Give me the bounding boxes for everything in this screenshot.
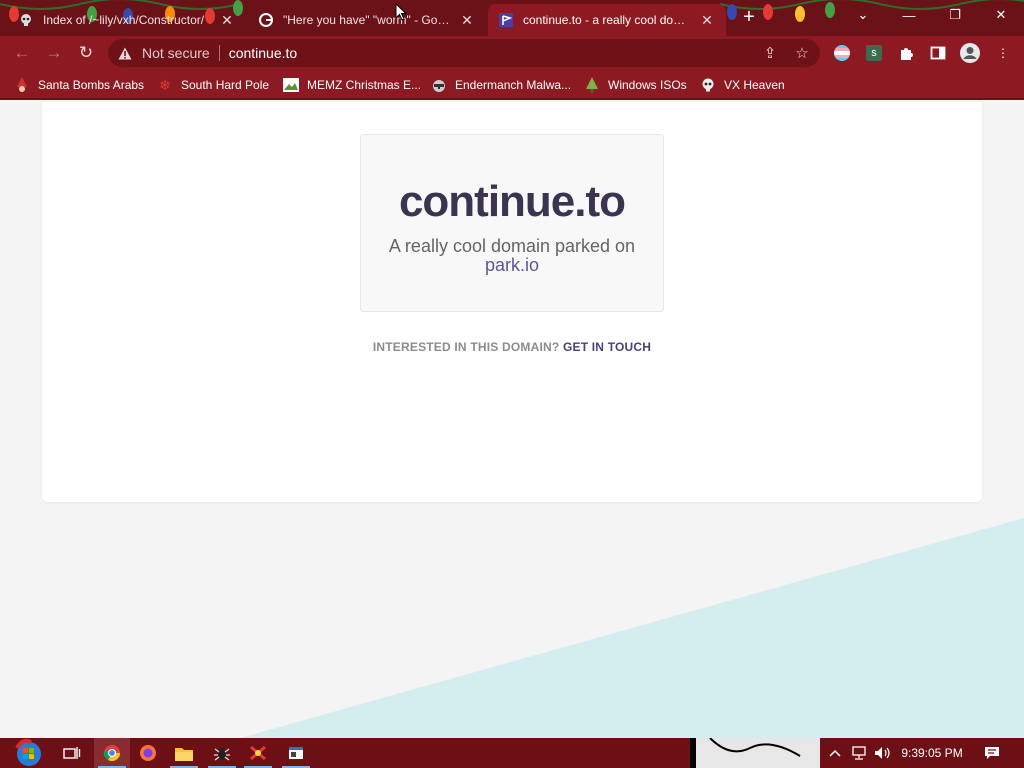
close-tab-icon[interactable]: ✕ xyxy=(698,12,716,29)
raccoon-icon xyxy=(431,77,447,93)
taskbar-firefox-icon[interactable] xyxy=(130,738,166,768)
side-panel-icon[interactable] xyxy=(929,44,947,62)
bookmark-windows-isos[interactable]: Windows ISOs xyxy=(584,75,687,95)
bookmark-label: Endermanch Malwa... xyxy=(455,78,572,92)
interest-text: INTERESTED IN THIS DOMAIN? xyxy=(372,340,560,354)
new-tab-plus-icon[interactable]: + xyxy=(738,6,760,28)
bookmark-santa-bombs-arabs[interactable]: Santa Bombs Arabs xyxy=(14,75,144,95)
santa-icon xyxy=(14,77,30,93)
parked-tagline: A really cool domain parked on xyxy=(388,236,636,256)
forward-arrow-icon[interactable]: → xyxy=(42,41,66,65)
tab-search-chevron-icon[interactable]: ⌄ xyxy=(840,0,886,30)
web-page: continue.to A really cool domain parked … xyxy=(0,102,1024,738)
snowflake-icon: ❄ xyxy=(159,76,171,93)
windows-taskbar: 9:39:05 PM xyxy=(0,737,1024,768)
omnibox-divider xyxy=(218,45,220,61)
s-extension-icon[interactable]: s xyxy=(865,44,883,62)
interest-line: INTERESTED IN THIS DOMAIN? GET IN TOUCH xyxy=(42,340,982,354)
bookmark-south-hard-pole[interactable]: ❄ South Hard Pole xyxy=(157,75,269,95)
back-arrow-icon[interactable]: ← xyxy=(10,41,34,65)
bookmark-star-icon[interactable]: ☆ xyxy=(794,45,810,62)
browser-menu-icon[interactable]: ⋮ xyxy=(994,44,1012,62)
warning-triangle-icon[interactable] xyxy=(118,47,134,60)
bookmark-memz-christmas[interactable]: MEMZ Christmas E... xyxy=(283,75,421,95)
share-icon[interactable]: ⇪ xyxy=(762,45,778,62)
wallpaper-doodle xyxy=(689,737,820,768)
park-flag-icon xyxy=(498,12,514,28)
security-status-label[interactable]: Not secure xyxy=(142,45,210,61)
close-window-icon[interactable]: ✕ xyxy=(978,0,1024,30)
profile-avatar-icon[interactable] xyxy=(959,42,981,64)
s-extension-label: s xyxy=(866,45,882,61)
mouse-cursor-icon xyxy=(395,3,407,21)
url-text[interactable]: continue.to xyxy=(229,45,298,61)
puzzle-extensions-icon[interactable] xyxy=(897,44,915,62)
skull-icon xyxy=(18,12,34,28)
bookmark-label: MEMZ Christmas E... xyxy=(307,78,422,92)
browser-titlebar: Index of /~lily/vxh/Constructor/ ✕ "Here… xyxy=(0,0,1024,36)
bookmark-label: Windows ISOs xyxy=(608,78,687,92)
close-tab-icon[interactable]: ✕ xyxy=(458,12,476,29)
taskbar-file-explorer-icon[interactable] xyxy=(166,738,202,768)
bookmark-endermanch-malware[interactable]: Endermanch Malwa... xyxy=(431,75,571,95)
bookmark-vx-heaven[interactable]: VX Heaven xyxy=(700,75,785,95)
taskbar-clock[interactable]: 9:39:05 PM xyxy=(896,738,968,768)
taskbar-bug-app-icon[interactable] xyxy=(204,738,240,768)
bookmark-label: Santa Bombs Arabs xyxy=(38,78,145,92)
network-icon[interactable] xyxy=(848,738,870,768)
tab-title: Index of /~lily/vxh/Constructor/ xyxy=(43,13,205,27)
bookmark-label: South Hard Pole xyxy=(181,78,270,92)
google-icon xyxy=(258,12,274,28)
start-button-icon[interactable] xyxy=(8,738,48,768)
domain-hero-box: continue.to A really cool domain parked … xyxy=(360,134,664,312)
tab-index-of-lily[interactable]: Index of /~lily/vxh/Constructor/ ✕ xyxy=(8,4,246,36)
bookmarks-bar: Santa Bombs Arabs ❄ South Hard Pole MEMZ… xyxy=(0,70,1024,100)
taskbar-window-app-icon[interactable] xyxy=(278,738,314,768)
park-io-link[interactable]: park.io xyxy=(361,256,663,275)
reload-icon[interactable]: ↻ xyxy=(74,41,98,65)
close-tab-icon[interactable]: ✕ xyxy=(218,12,236,29)
notifications-icon[interactable] xyxy=(980,738,1004,768)
tree-icon xyxy=(584,77,600,93)
address-bar[interactable]: Not secure continue.to ⇪ ☆ xyxy=(108,39,820,67)
image-icon xyxy=(283,77,299,93)
skull-icon xyxy=(700,77,716,93)
taskbar-chrome-icon[interactable] xyxy=(94,738,130,768)
browser-toolbar: ← → ↻ Not secure continue.to ⇪ ☆ s ⋮ xyxy=(0,36,1024,70)
landing-card: continue.to A really cool domain parked … xyxy=(42,102,982,502)
trans-flag-extension-icon[interactable] xyxy=(833,44,851,62)
taskbar-red-app-icon[interactable] xyxy=(240,738,276,768)
tab-continue-to[interactable]: continue.to - a really cool domain ✕ xyxy=(488,4,726,36)
tab-title: "Here you have" "worm" - Google xyxy=(283,13,452,27)
minimize-icon[interactable]: — xyxy=(886,0,932,30)
task-view-icon[interactable] xyxy=(54,738,90,768)
restore-icon[interactable]: ❐ xyxy=(932,0,978,30)
get-in-touch-link[interactable]: GET IN TOUCH xyxy=(563,340,651,354)
domain-title: continue.to xyxy=(398,177,626,226)
volume-icon[interactable] xyxy=(872,738,894,768)
tab-google-search[interactable]: "Here you have" "worm" - Google ✕ xyxy=(248,4,486,36)
tray-chevron-up-icon[interactable] xyxy=(826,738,844,768)
tab-title: continue.to - a really cool domain xyxy=(523,13,692,27)
bookmark-label: VX Heaven xyxy=(724,78,785,92)
